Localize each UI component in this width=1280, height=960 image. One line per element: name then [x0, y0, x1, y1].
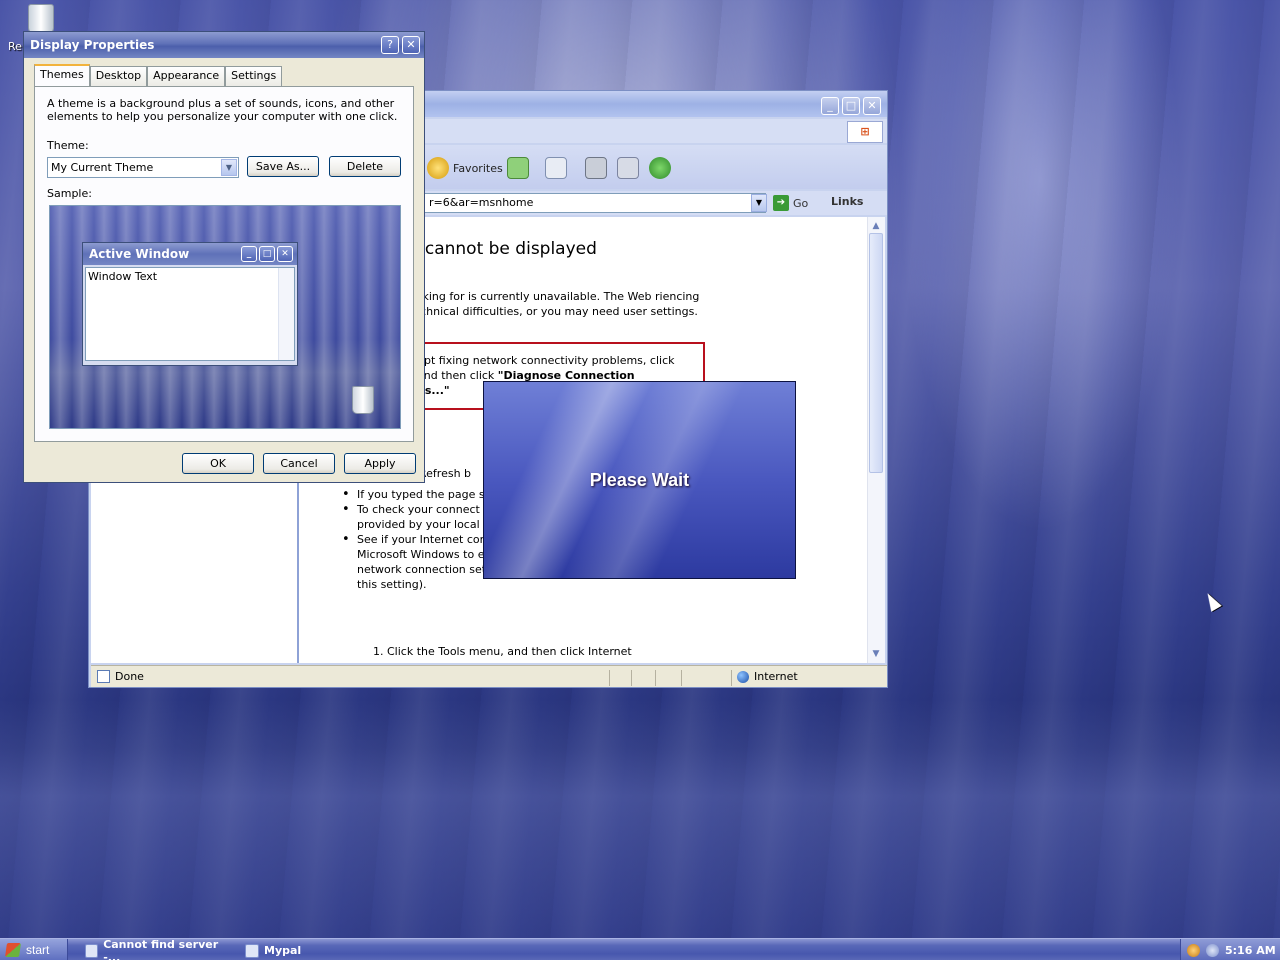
address-dropdown-button[interactable]: ▼	[751, 194, 767, 212]
sample-window-text: Window Text	[88, 270, 158, 283]
refresh-text: Refresh b	[419, 467, 472, 480]
help-button[interactable]: ?	[381, 36, 399, 54]
theme-sample-preview: Active Window _ □ ✕ Window Text	[49, 205, 401, 429]
star-icon	[427, 157, 449, 179]
favorites-label: Favorites	[453, 161, 503, 175]
system-tray: 5:16 AM	[1180, 939, 1280, 960]
page-icon	[97, 670, 110, 683]
diagnose-line-1: npt fixing network connectivity problems…	[417, 354, 675, 367]
browser-window-controls: _ □ ✕	[818, 97, 881, 115]
sample-label: Sample:	[47, 187, 92, 200]
apply-button[interactable]: Apply	[344, 453, 416, 474]
tab-appearance[interactable]: Appearance	[147, 66, 226, 86]
recycle-bin-icon	[28, 4, 54, 34]
sample-recycle-bin-icon	[352, 386, 374, 414]
tab-settings[interactable]: Settings	[225, 66, 283, 86]
status-divider	[681, 670, 682, 686]
status-bar: Done Internet	[91, 665, 887, 687]
delete-button[interactable]: Delete	[329, 156, 401, 177]
mypal-task-icon	[245, 943, 259, 958]
status-zone: Internet	[737, 670, 798, 683]
sample-active-window: Active Window _ □ ✕ Window Text	[82, 242, 298, 366]
themes-panel: A theme is a background plus a set of so…	[34, 86, 414, 442]
status-text: Done	[115, 670, 144, 683]
sample-scrollbar	[278, 268, 294, 360]
favorites-button[interactable]: Favorites	[427, 153, 503, 183]
history-icon	[507, 157, 529, 179]
dialog-title: Display Properties	[30, 38, 155, 52]
please-wait-splash: Please Wait	[483, 381, 796, 579]
maximize-icon: □	[259, 246, 275, 262]
scroll-down-icon[interactable]: ▼	[869, 647, 883, 661]
maximize-button[interactable]: □	[842, 97, 860, 115]
start-label: start	[26, 943, 50, 957]
sample-window-titlebar: Active Window _ □ ✕	[83, 243, 297, 265]
wallpaper-floor	[0, 700, 1280, 940]
go-arrow-icon: ➔	[773, 195, 789, 211]
please-wait-text: Please Wait	[589, 469, 690, 490]
dialog-titlebar[interactable]: Display Properties	[24, 32, 424, 58]
sample-window-title: Active Window	[89, 247, 190, 261]
edit-icon	[617, 157, 639, 179]
messenger-icon	[649, 157, 671, 179]
mail-button[interactable]	[545, 153, 567, 183]
theme-select[interactable]: My Current Theme ▼	[47, 157, 239, 178]
sample-window-body: Window Text	[85, 267, 295, 361]
taskbar-item-browser[interactable]: Cannot find server -...	[80, 937, 230, 960]
ok-button[interactable]: OK	[182, 453, 254, 474]
browser-task-icon	[85, 943, 99, 958]
history-button[interactable]	[507, 153, 529, 183]
links-button[interactable]: Links	[831, 195, 863, 208]
tab-themes[interactable]: Themes	[34, 64, 90, 86]
status-divider	[731, 670, 732, 686]
theme-description: A theme is a background plus a set of so…	[47, 97, 398, 123]
cancel-button[interactable]: Cancel	[263, 453, 335, 474]
scroll-up-icon[interactable]: ▲	[869, 219, 883, 233]
windows-logo-icon: ⊞	[847, 121, 883, 143]
display-properties-dialog: Display Properties ? ✕ Themes Desktop Ap…	[23, 31, 425, 483]
search-icon[interactable]	[1187, 943, 1200, 957]
task-label: Cannot find server -...	[103, 937, 219, 960]
theme-select-value: My Current Theme	[51, 161, 154, 174]
globe-icon	[737, 670, 749, 683]
windows-flag-icon	[5, 943, 21, 957]
tab-desktop[interactable]: Desktop	[89, 66, 148, 86]
arrow-cursor-icon	[1202, 590, 1222, 612]
status-done: Done	[97, 670, 144, 683]
close-button[interactable]: ✕	[402, 36, 420, 54]
tab-strip: Themes Desktop Appearance Settings	[34, 64, 283, 86]
go-button[interactable]: ➔ Go	[773, 195, 808, 211]
status-divider	[609, 670, 610, 686]
network-icon[interactable]	[1206, 943, 1219, 957]
theme-label: Theme:	[47, 139, 89, 152]
minimize-icon: _	[241, 246, 257, 262]
mail-icon	[545, 157, 567, 179]
recycle-bin-label: Re	[8, 40, 22, 53]
address-input[interactable]: r=6&ar=msnhome	[424, 193, 766, 213]
print-button[interactable]	[585, 153, 607, 183]
edit-button[interactable]	[617, 153, 639, 183]
dialog-controls: ? ✕	[378, 36, 420, 54]
taskbar: start Cannot find server -... Mypal 5:16…	[0, 938, 1280, 960]
close-button[interactable]: ✕	[863, 97, 881, 115]
close-icon: ✕	[277, 246, 293, 262]
clock: 5:16 AM	[1225, 943, 1276, 957]
status-divider	[655, 670, 656, 686]
sub-step: 1. Click the Tools menu, and then click …	[373, 645, 632, 658]
start-button[interactable]: start	[0, 939, 68, 960]
error-title: e cannot be displayed	[409, 239, 597, 259]
scrollbar-thumb[interactable]	[869, 233, 883, 473]
go-label: Go	[793, 196, 809, 210]
status-divider	[631, 670, 632, 686]
messenger-button[interactable]	[649, 153, 671, 183]
sample-window-controls: _ □ ✕	[239, 246, 293, 262]
taskbar-item-mypal[interactable]: Mypal	[240, 941, 330, 960]
printer-icon	[585, 157, 607, 179]
task-label: Mypal	[264, 944, 302, 957]
error-paragraph: ooking for is currently unavailable. The…	[409, 290, 700, 318]
save-as-button[interactable]: Save As...	[247, 156, 319, 177]
zone-text: Internet	[754, 670, 798, 683]
chevron-down-icon[interactable]: ▼	[221, 159, 237, 176]
minimize-button[interactable]: _	[821, 97, 839, 115]
